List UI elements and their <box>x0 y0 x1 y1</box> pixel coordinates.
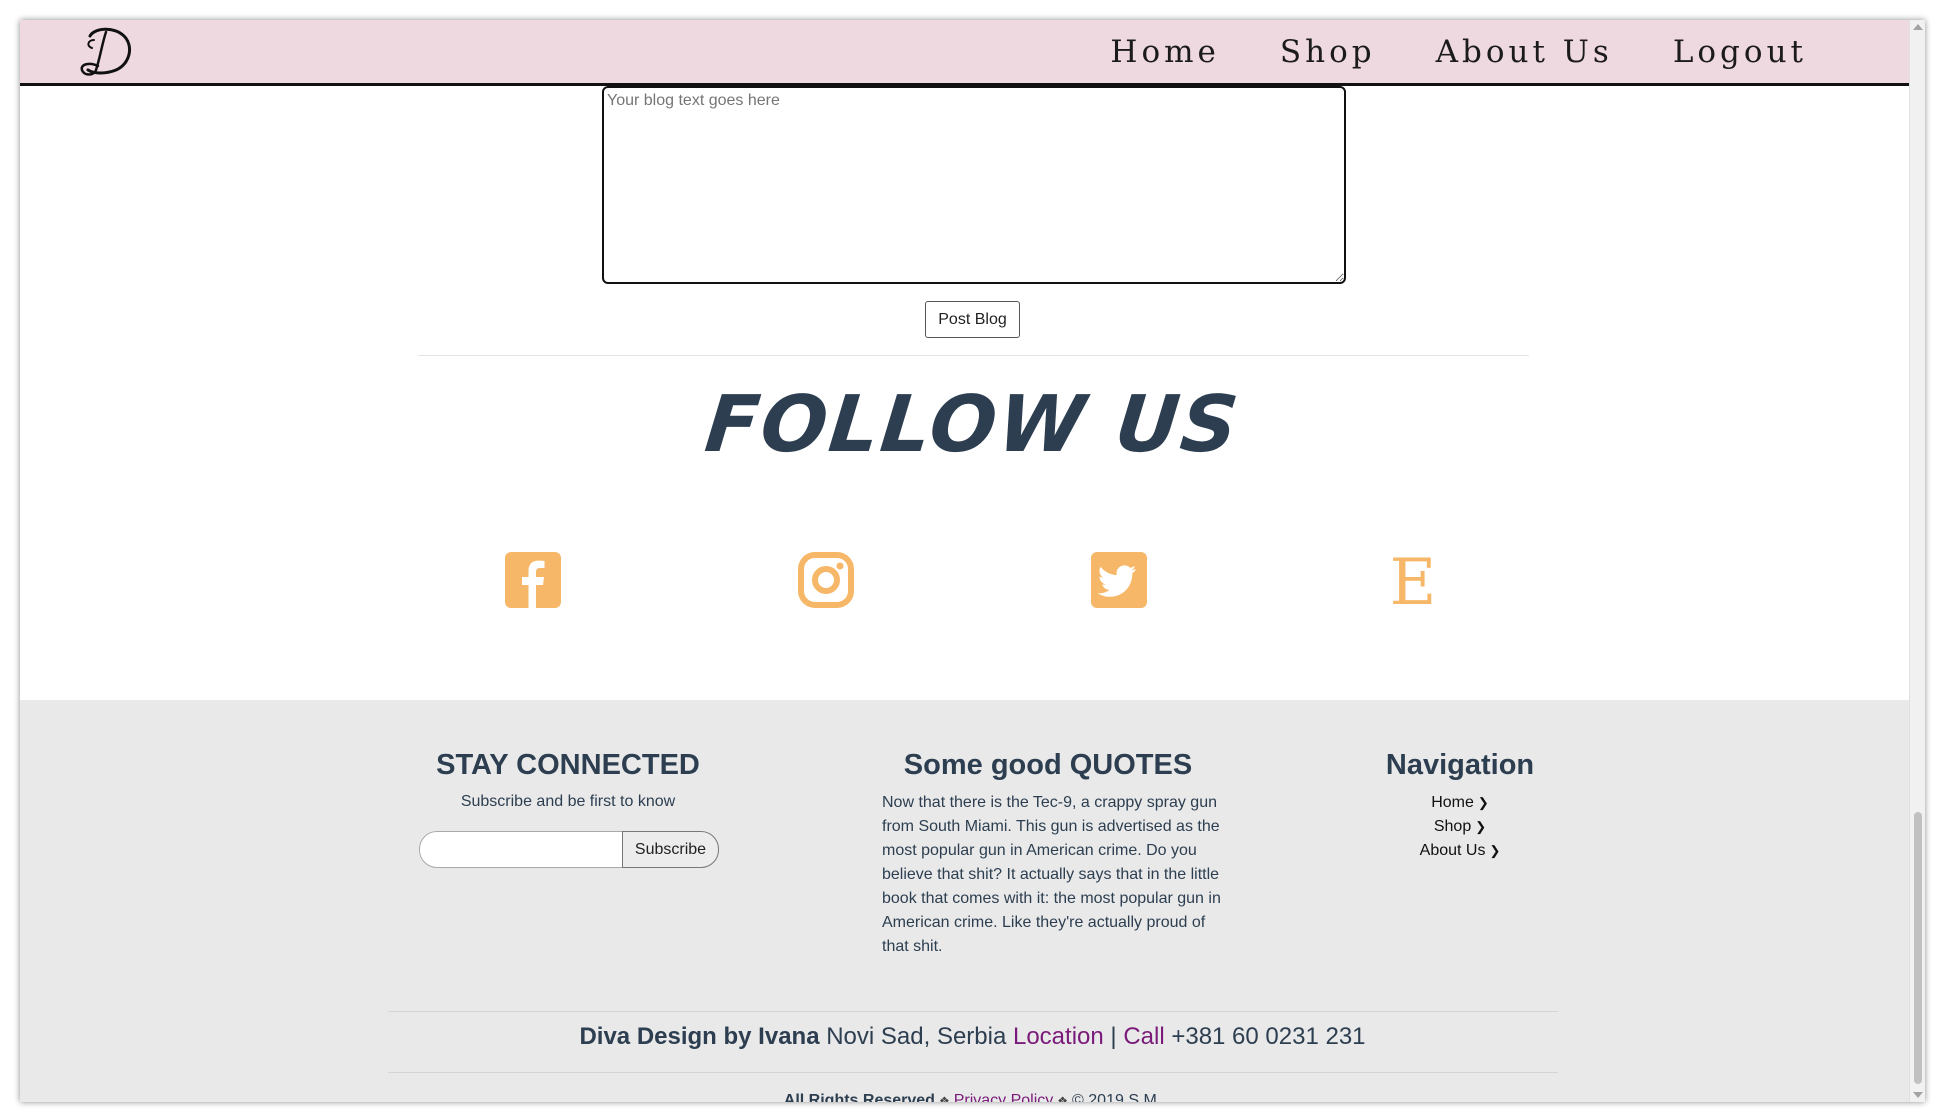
instagram-icon[interactable] <box>798 552 854 608</box>
facebook-icon[interactable] <box>505 552 561 608</box>
footer-nav-shop-label: Shop <box>1433 818 1472 835</box>
call-link[interactable]: Call <box>1123 1023 1164 1050</box>
etsy-letter: E <box>1390 552 1437 608</box>
privacy-policy-link[interactable]: Privacy Policy <box>954 1092 1054 1102</box>
chevron-right-icon: ❯ <box>1489 843 1501 858</box>
diamond-separator-icon: ❖ <box>938 1094 950 1102</box>
scroll-down-arrow-icon[interactable] <box>1913 1092 1923 1098</box>
chevron-right-icon: ❯ <box>1475 819 1487 834</box>
scroll-up-arrow-icon[interactable] <box>1913 24 1923 30</box>
page: Home Shop About Us Logout Post Blog FOLL… <box>20 20 1925 1102</box>
subscribe-email-input[interactable] <box>419 831 625 868</box>
rights-text: All Rights Reserved <box>783 1092 935 1102</box>
contact-line: Diva Design by Ivana Novi Sad, Serbia Lo… <box>20 1023 1925 1051</box>
footer-nav-list: Home ❯ Shop ❯ About Us ❯ <box>1360 791 1560 863</box>
scrollbar-thumb[interactable] <box>1914 812 1922 1084</box>
twitter-icon[interactable] <box>1091 552 1147 608</box>
browser-window: Home Shop About Us Logout Post Blog FOLL… <box>20 20 1925 1102</box>
quote-text: Now that there is the Tec-9, a crappy sp… <box>882 794 1221 955</box>
copyright-text: © 2019 S.M. <box>1072 1092 1162 1102</box>
footer-divider-bottom <box>388 1072 1558 1073</box>
follow-us-heading: FOLLOW US <box>701 380 1244 470</box>
chevron-right-icon: ❯ <box>1477 795 1489 810</box>
site-footer: STAY CONNECTED Subscribe and be first to… <box>20 700 1925 1102</box>
nav-logout-link[interactable]: Logout <box>1673 34 1807 70</box>
footer-nav-about-label: About Us <box>1419 842 1486 859</box>
vertical-scrollbar[interactable] <box>1909 20 1925 1102</box>
location-link[interactable]: Location <box>1013 1023 1104 1050</box>
stay-connected-heading: STAY CONNECTED <box>436 749 700 781</box>
blog-text-input[interactable] <box>602 86 1346 284</box>
nav-shop-link[interactable]: Shop <box>1280 34 1376 70</box>
main-nav: Home Shop About Us Logout <box>1110 20 1807 83</box>
pipe-separator: | <box>1110 1023 1117 1050</box>
diamond-separator-icon: ❖ <box>1057 1094 1069 1102</box>
copyright-line: All Rights Reserved ❖ Privacy Policy ❖ © 201… <box>20 1092 1925 1102</box>
footer-nav-shop-link[interactable]: Shop ❯ <box>1360 815 1560 839</box>
quotes-heading: Some good QUOTES <box>903 749 1193 781</box>
brand-name: Diva Design by Ivana <box>579 1023 820 1050</box>
subscribe-button[interactable]: Subscribe <box>622 831 719 868</box>
section-divider <box>418 355 1529 356</box>
top-navbar: Home Shop About Us Logout <box>20 20 1925 86</box>
footer-nav-home-label: Home <box>1431 794 1474 811</box>
footer-nav-home-link[interactable]: Home ❯ <box>1360 791 1560 815</box>
footer-navigation-heading: Navigation <box>1385 749 1535 781</box>
footer-divider-top <box>388 1011 1558 1012</box>
subscribe-subtitle: Subscribe and be first to know <box>460 793 676 810</box>
nav-about-link[interactable]: About Us <box>1436 34 1613 70</box>
etsy-icon[interactable]: E <box>1385 552 1441 608</box>
diva-design-logo[interactable] <box>76 24 136 78</box>
city-text: Novi Sad, Serbia <box>826 1023 1007 1050</box>
nav-home-link[interactable]: Home <box>1110 34 1219 70</box>
post-blog-button[interactable]: Post Blog <box>925 301 1020 338</box>
footer-nav-about-link[interactable]: About Us ❯ <box>1360 839 1560 863</box>
phone-number: +381 60 0231 231 <box>1171 1023 1366 1050</box>
